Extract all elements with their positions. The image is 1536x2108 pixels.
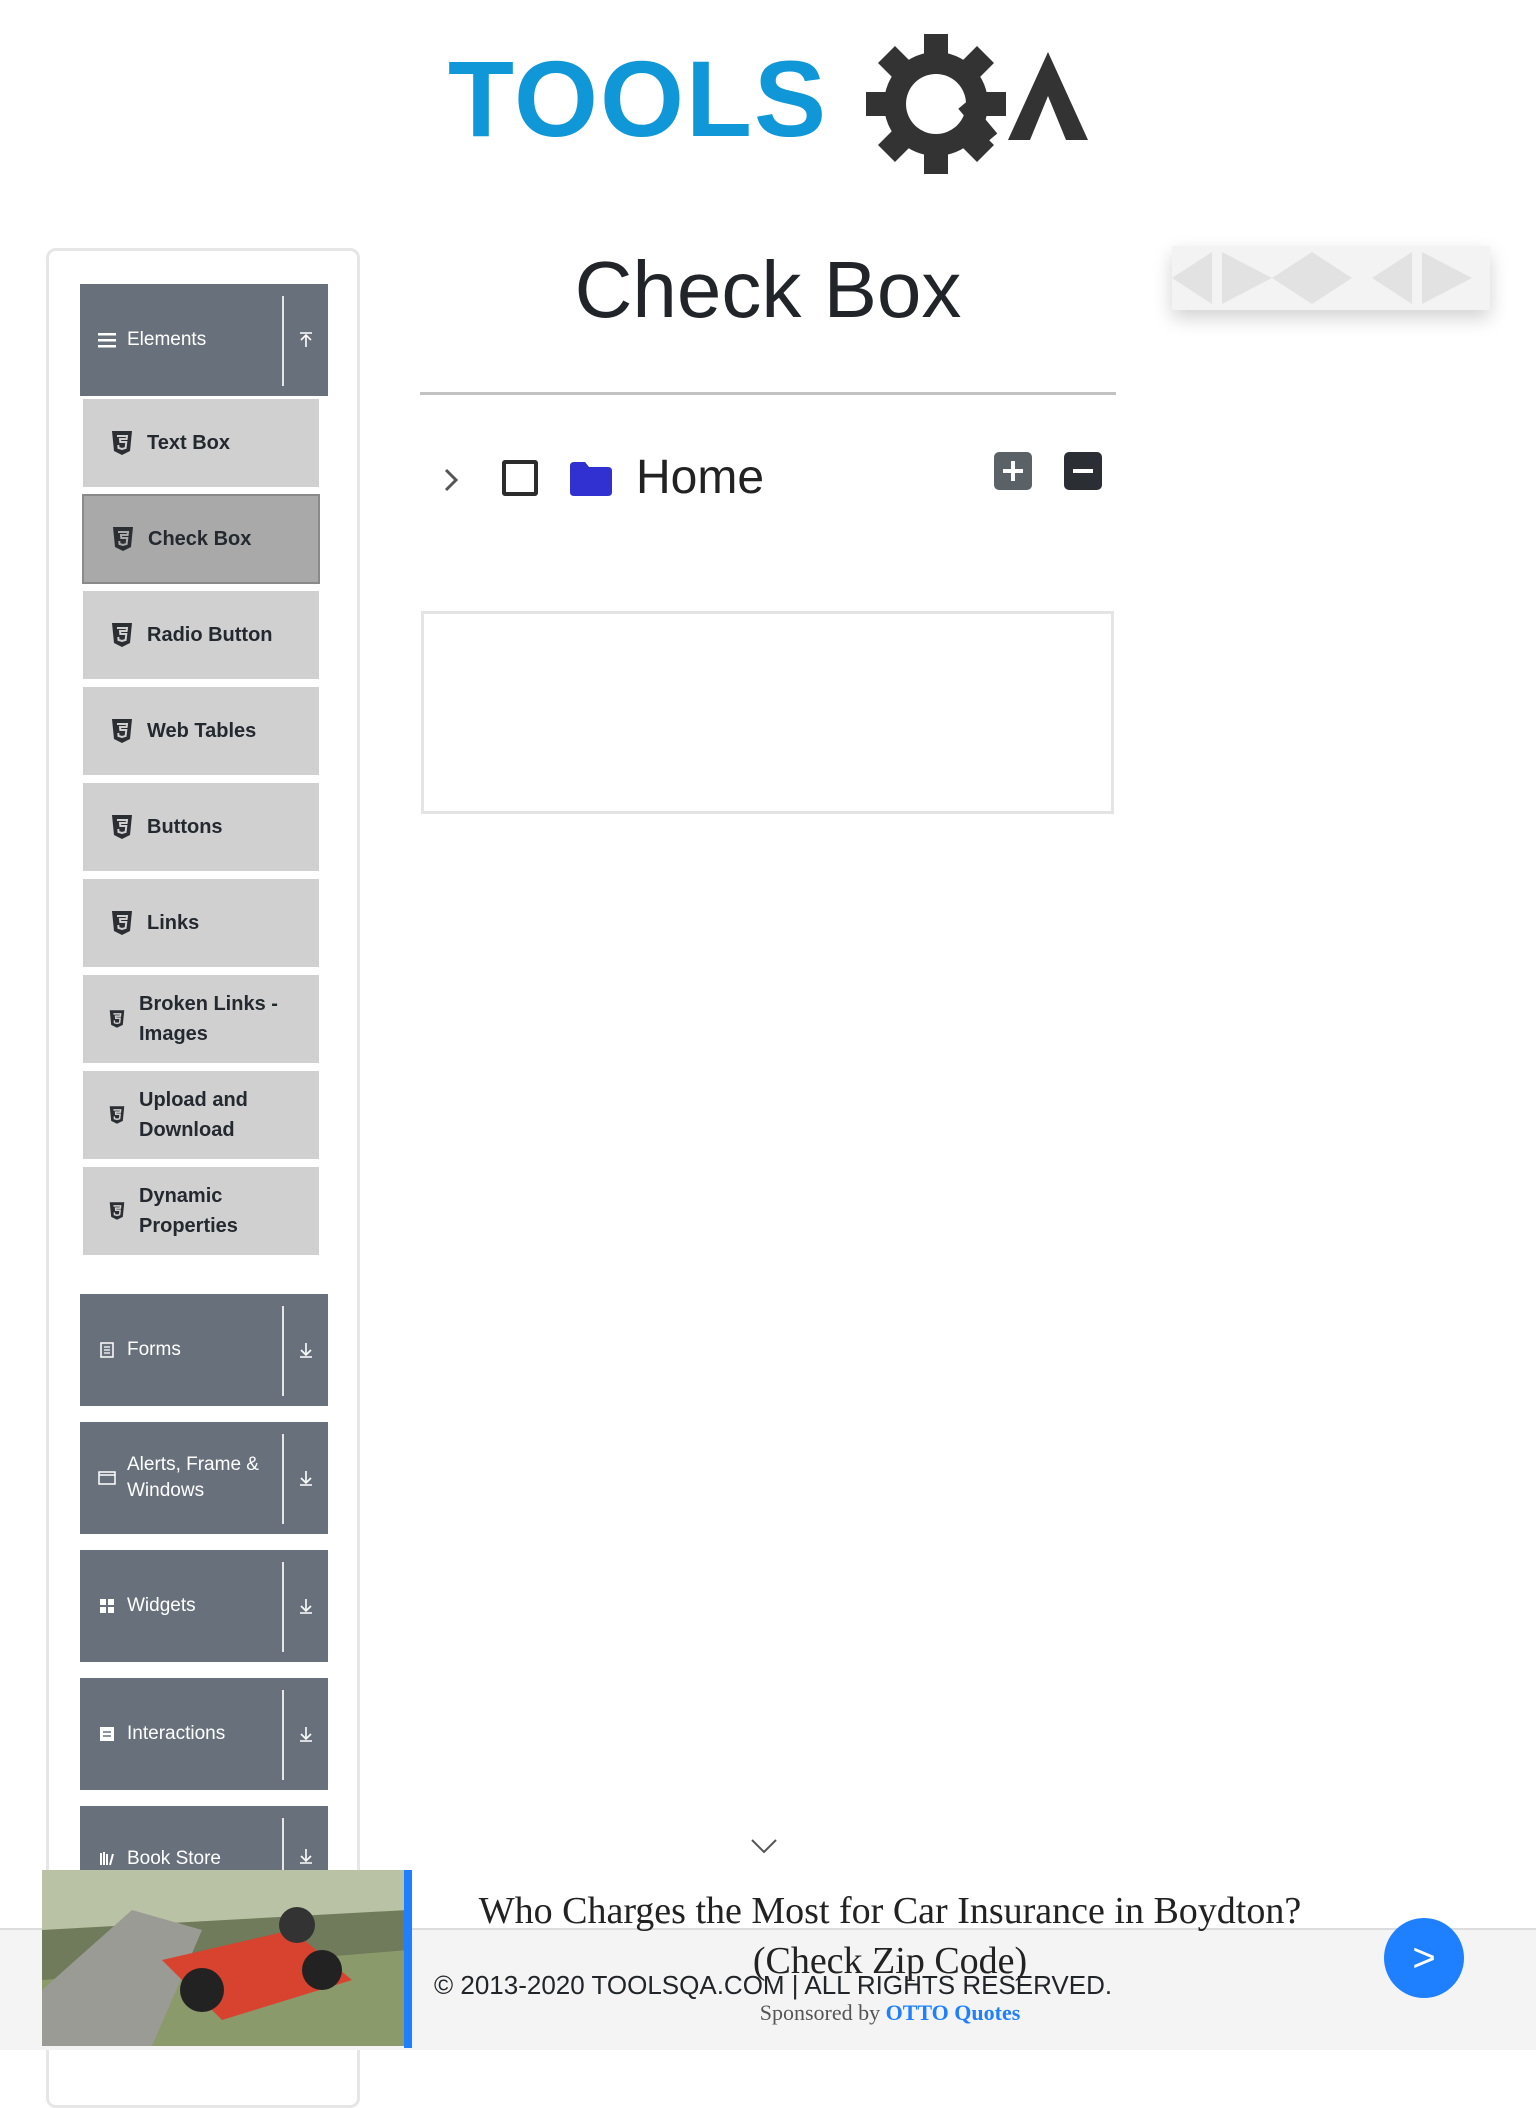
sidebar-item-label: Radio Button	[147, 624, 273, 646]
toolsqa-logo[interactable]: TOOLS	[448, 30, 1096, 180]
html5-icon	[111, 814, 133, 840]
bookstore-icon	[97, 1848, 117, 1868]
expand-arrow-icon[interactable]	[298, 1596, 314, 1616]
html5-icon	[109, 1105, 125, 1125]
html5-icon	[109, 1201, 125, 1221]
sidebar-item-links[interactable]: Links	[82, 878, 320, 968]
expand-all-button[interactable]	[994, 452, 1032, 490]
group-forms-header[interactable]: Forms	[80, 1294, 328, 1406]
divider	[282, 1306, 284, 1396]
logo-tools-text: TOOLS	[448, 38, 828, 159]
sidebar-item-text-box[interactable]: Text Box	[82, 398, 320, 488]
sidebar-item-dynamic-properties[interactable]: Dynamic Properties	[82, 1166, 320, 1256]
window-icon	[97, 1468, 117, 1488]
expand-toggle-icon[interactable]	[440, 460, 464, 500]
divider	[282, 296, 284, 386]
sidebar-item-buttons[interactable]: Buttons	[82, 782, 320, 872]
group-interactions-header[interactable]: Interactions	[80, 1678, 328, 1790]
home-checkbox[interactable]	[502, 460, 538, 496]
page-title: Check Box	[574, 245, 962, 334]
sidebar-item-radio-button[interactable]: Radio Button	[82, 590, 320, 680]
ad-go-button[interactable]: >	[1384, 1918, 1464, 1998]
html5-icon	[111, 718, 133, 744]
result-panel	[421, 611, 1114, 814]
html5-icon	[111, 430, 133, 456]
sidebar-item-check-box[interactable]: Check Box	[82, 494, 320, 584]
html5-icon	[111, 910, 133, 936]
collapse-all-button[interactable]	[1064, 452, 1102, 490]
group-elements-header[interactable]: Elements	[80, 284, 328, 396]
divider	[282, 1434, 284, 1524]
form-icon	[97, 1340, 117, 1360]
collapse-arrow-icon[interactable]	[298, 330, 314, 350]
ad-accent-bar	[404, 1870, 412, 2048]
sidebar-item-label: Upload and Download	[139, 1089, 248, 1141]
expand-arrow-icon[interactable]	[298, 1846, 314, 1866]
sidebar-item-label: Web Tables	[147, 720, 257, 742]
expand-arrow-icon[interactable]	[298, 1724, 314, 1744]
ad-sponsor[interactable]: Sponsored by OTTO Quotes	[440, 2000, 1340, 2026]
divider	[282, 1690, 284, 1780]
ad-banner-top[interactable]	[1172, 246, 1490, 310]
sidebar-item-web-tables[interactable]: Web Tables	[82, 686, 320, 776]
gear-icon	[866, 34, 1006, 174]
sidebar-item-label: Text Box	[147, 432, 230, 454]
sidebar-item-label: Dynamic Properties	[139, 1185, 238, 1237]
interactions-icon	[97, 1724, 117, 1744]
sidebar-item-label: Broken Links - Images	[139, 993, 278, 1045]
html5-icon	[112, 526, 134, 552]
chevron-down-icon[interactable]	[748, 1836, 780, 1856]
divider	[282, 1562, 284, 1652]
folder-icon	[570, 462, 612, 496]
expand-arrow-icon[interactable]	[298, 1468, 314, 1488]
sidebar-item-label: Buttons	[147, 816, 223, 838]
ad-headline[interactable]: Who Charges the Most for Car Insurance i…	[440, 1886, 1340, 1986]
sidebar-item-upload-download[interactable]: Upload and Download	[82, 1070, 320, 1160]
expand-arrow-icon[interactable]	[298, 1340, 314, 1360]
tree-node-label[interactable]: Home	[636, 450, 764, 505]
html5-icon	[109, 1009, 125, 1029]
logo-a-shape	[1008, 52, 1088, 140]
menu-icon	[97, 330, 117, 350]
html5-icon	[111, 622, 133, 648]
group-alerts-header[interactable]: Alerts, Frame & Windows	[80, 1422, 328, 1534]
ad-image-overturned-car[interactable]	[42, 1870, 408, 2046]
title-divider	[420, 392, 1116, 395]
sidebar-item-label: Check Box	[148, 528, 252, 550]
group-widgets-header[interactable]: Widgets	[80, 1550, 328, 1662]
sidebar-item-label: Links	[147, 912, 200, 934]
sidebar-item-broken-links[interactable]: Broken Links - Images	[82, 974, 320, 1064]
widgets-icon	[97, 1596, 117, 1616]
